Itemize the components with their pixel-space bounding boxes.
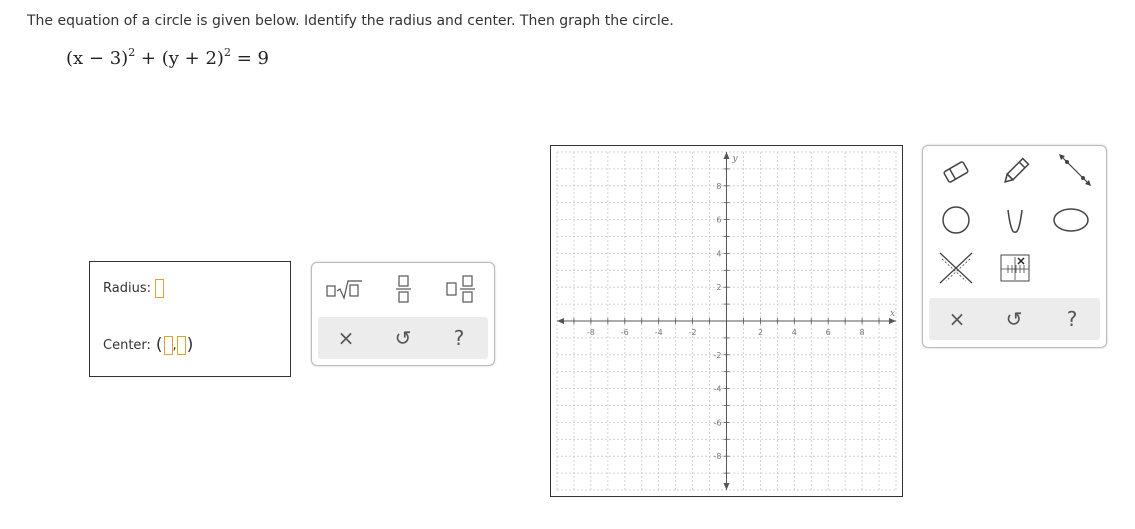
center-label: Center: bbox=[103, 337, 151, 353]
x-tick-label: -4 bbox=[655, 328, 663, 337]
math-template-palette: × ↺ ? bbox=[311, 262, 495, 366]
sqrt-template-button[interactable] bbox=[322, 273, 366, 305]
fraction-template-button[interactable] bbox=[384, 271, 424, 307]
equation-x-exponent: 2 bbox=[128, 46, 136, 59]
x-tick-label: -8 bbox=[587, 328, 595, 337]
coordinate-plane[interactable]: -8 -6 -4 -2 2 4 6 8 8 6 4 2 -2 -4 -6 -8 x y bbox=[551, 146, 902, 496]
radius-label: Radius: bbox=[103, 281, 151, 296]
y-tick-label: -8 bbox=[714, 452, 722, 461]
x-axis-label: x bbox=[890, 309, 895, 319]
eraser-tool-button[interactable] bbox=[936, 154, 976, 190]
x-tick-label: 2 bbox=[758, 328, 763, 337]
circle-icon bbox=[942, 206, 970, 234]
point-grid-icon bbox=[1000, 254, 1030, 282]
sqrt-template-icon bbox=[326, 280, 362, 300]
y-tick-label: 6 bbox=[716, 216, 721, 225]
pencil-icon bbox=[1004, 157, 1030, 183]
math-palette-action-strip: × ↺ ? bbox=[318, 317, 488, 359]
y-axis-arrow-up bbox=[723, 152, 730, 159]
mixed-number-template-icon bbox=[446, 275, 475, 303]
point-grid-tool-button[interactable] bbox=[995, 250, 1035, 286]
y-tick-label: -6 bbox=[714, 418, 722, 427]
radius-row: Radius: bbox=[103, 279, 164, 298]
parabola-tool-button[interactable] bbox=[995, 202, 1035, 238]
x-tick-label: 8 bbox=[860, 328, 865, 337]
graph-area[interactable]: -8 -6 -4 -2 2 4 6 8 8 6 4 2 -2 -4 -6 -8 x y bbox=[550, 145, 903, 497]
y-axis-arrow-down bbox=[723, 483, 730, 490]
x-tick-label: -6 bbox=[621, 328, 629, 337]
x-axis-arrow-left bbox=[557, 318, 564, 324]
eraser-icon bbox=[943, 161, 969, 183]
undo-button[interactable]: ↺ bbox=[388, 326, 418, 350]
line-tool-button[interactable] bbox=[1055, 152, 1095, 188]
y-tick-label: 4 bbox=[716, 249, 721, 258]
line-icon bbox=[1059, 154, 1091, 186]
y-tick-label: -4 bbox=[714, 385, 722, 394]
undo-icon: ↺ bbox=[1005, 307, 1023, 331]
parabola-icon bbox=[1007, 209, 1023, 233]
equation-plus: + bbox=[140, 48, 157, 69]
fraction-template-icon bbox=[396, 275, 411, 303]
tool-help-button[interactable]: ? bbox=[1057, 307, 1087, 331]
radius-input[interactable] bbox=[154, 279, 164, 298]
center-close-paren: ) bbox=[186, 335, 194, 355]
pencil-tool-button[interactable] bbox=[995, 154, 1035, 190]
center-y-input[interactable] bbox=[176, 335, 186, 355]
x-tick-label: 4 bbox=[792, 328, 797, 337]
undo-icon: ↺ bbox=[394, 326, 412, 350]
x-tick-label: 6 bbox=[826, 328, 831, 337]
equation-y-exponent: 2 bbox=[223, 46, 231, 59]
help-icon: ? bbox=[453, 326, 465, 350]
y-tick-label: 8 bbox=[716, 182, 721, 191]
clear-icon: × bbox=[948, 307, 966, 331]
equation-rhs: = 9 bbox=[236, 48, 269, 69]
y-tick-label: -2 bbox=[714, 351, 722, 360]
y-tick-label: 2 bbox=[716, 283, 721, 292]
y-axis-label: y bbox=[732, 154, 739, 164]
ellipse-icon bbox=[1053, 208, 1089, 232]
tool-palette-action-strip: × ↺ ? bbox=[929, 298, 1100, 340]
center-open-paren: ( bbox=[155, 335, 163, 355]
ellipse-tool-button[interactable] bbox=[1051, 202, 1091, 238]
answer-box: Radius: Center: ( , ) bbox=[89, 261, 291, 377]
equation-y-term: (y + 2) bbox=[161, 48, 224, 69]
center-x-input[interactable] bbox=[163, 335, 173, 355]
mixed-number-template-button[interactable] bbox=[440, 271, 484, 307]
center-row: Center: ( , ) bbox=[103, 335, 194, 355]
equation-x-term: (x − 3) bbox=[66, 48, 129, 69]
help-icon: ? bbox=[1066, 307, 1078, 331]
clear-button[interactable]: × bbox=[331, 326, 361, 350]
no-solution-tool-button[interactable] bbox=[936, 250, 976, 286]
clear-icon: × bbox=[337, 326, 355, 350]
help-button[interactable]: ? bbox=[444, 326, 474, 350]
problem-prompt: The equation of a circle is given below.… bbox=[27, 13, 674, 29]
tool-clear-button[interactable]: × bbox=[942, 307, 972, 331]
tool-undo-button[interactable]: ↺ bbox=[999, 307, 1029, 331]
x-tick-label: -2 bbox=[689, 328, 697, 337]
graph-tool-palette: × ↺ ? bbox=[922, 145, 1107, 348]
no-solution-icon bbox=[939, 252, 973, 284]
circle-tool-button[interactable] bbox=[936, 202, 976, 238]
circle-equation: (x − 3)2 + (y + 2)2 = 9 bbox=[66, 46, 269, 69]
